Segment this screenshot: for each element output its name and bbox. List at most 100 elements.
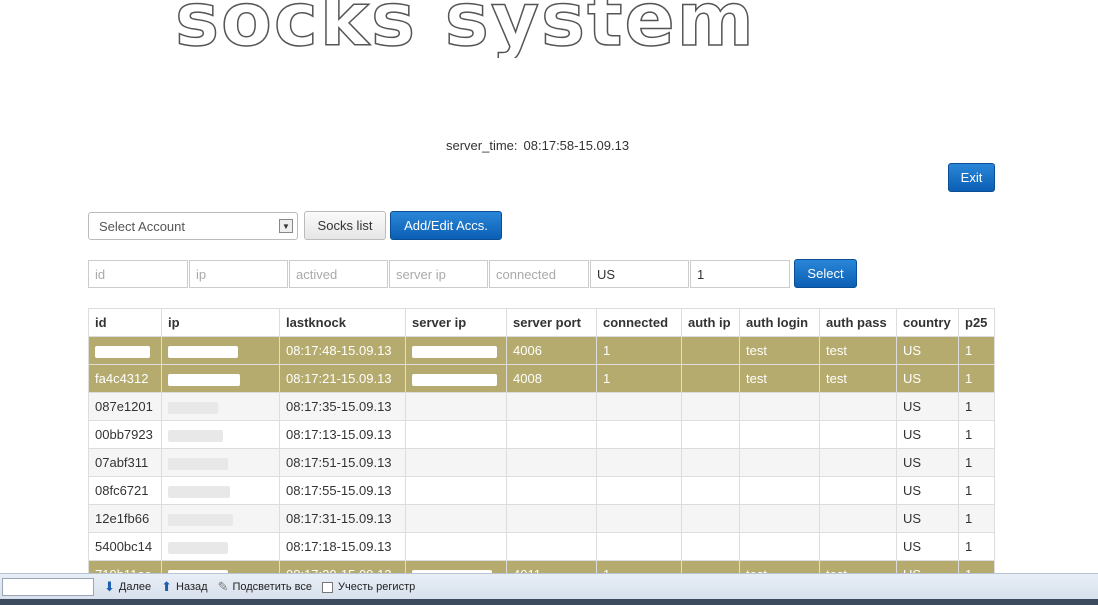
find-next-label: Далее [118, 581, 152, 593]
country-filter-input[interactable] [590, 260, 689, 288]
chevron-down-icon[interactable]: ▼ [279, 219, 293, 233]
find-prev-button[interactable]: ⬆ Назад [161, 579, 207, 595]
table-row[interactable]: 00bb7923 08:17:13-15.09.13 US 1 [88, 420, 995, 449]
cell-lastknock: 08:17:35-15.09.13 [279, 392, 406, 421]
redacted-value [168, 429, 223, 442]
server-time-value: 08:17:58-15.09.13 [523, 138, 630, 153]
exit-button[interactable]: Exit [948, 163, 995, 192]
highlight-all-button[interactable]: ✎ Подсветить все [218, 579, 312, 595]
find-next-button[interactable]: ⬇ Далее [104, 579, 151, 595]
cell-p25: 1 [958, 420, 995, 449]
column-header: auth ip [681, 308, 740, 337]
column-header: id [88, 308, 162, 337]
cell-auth-ip [681, 504, 740, 533]
cell-id: 5400bc14 [88, 532, 162, 561]
column-header: ip [161, 308, 280, 337]
p25-filter-input[interactable] [690, 260, 790, 288]
server-ip-filter-input[interactable] [389, 260, 488, 288]
cell-server-ip [405, 504, 507, 533]
select-button[interactable]: Select [794, 259, 857, 288]
cell-ip [161, 448, 280, 477]
table-row[interactable]: 12e1fb66 08:17:31-15.09.13 US 1 [88, 504, 995, 533]
id-filter-input[interactable] [88, 260, 188, 288]
cell-id: 08fc6721 [88, 476, 162, 505]
cell-auth-pass: test [819, 336, 897, 365]
cell-server-port [506, 504, 597, 533]
cell-server-ip [405, 336, 507, 365]
table-row[interactable]: 08:17:48-15.09.13 4006 1 test test US 1 [88, 336, 995, 365]
cell-connected: 1 [596, 336, 682, 365]
column-header: server port [506, 308, 597, 337]
cell-p25: 1 [958, 532, 995, 561]
column-header: p25 [958, 308, 995, 337]
find-input[interactable] [2, 578, 94, 596]
cell-server-ip [405, 532, 507, 561]
cell-country: US [896, 420, 959, 449]
cell-server-ip [405, 392, 507, 421]
cell-server-port [506, 532, 597, 561]
cell-server-port: 4006 [506, 336, 597, 365]
cell-auth-ip [681, 392, 740, 421]
redacted-value [168, 345, 238, 358]
column-header: server ip [405, 308, 507, 337]
cell-auth-login: test [739, 336, 820, 365]
actived-filter-input[interactable] [289, 260, 388, 288]
cell-id: 087e1201 [88, 392, 162, 421]
table-row[interactable]: 5400bc14 08:17:18-15.09.13 US 1 [88, 532, 995, 561]
cell-server-port [506, 476, 597, 505]
redacted-value [168, 513, 233, 526]
cell-lastknock: 08:17:51-15.09.13 [279, 448, 406, 477]
arrow-up-icon: ⬆ [161, 579, 173, 594]
redacted-value [95, 345, 150, 358]
socks-list-button[interactable]: Socks list [304, 211, 386, 240]
cell-p25: 1 [958, 392, 995, 421]
cell-connected [596, 448, 682, 477]
cell-auth-login [739, 448, 820, 477]
cell-auth-ip [681, 532, 740, 561]
cell-server-port [506, 420, 597, 449]
cell-id [88, 336, 162, 365]
cell-connected [596, 532, 682, 561]
arrow-down-icon: ⬇ [104, 579, 115, 594]
highlighter-icon: ✎ [217, 579, 229, 594]
table-row[interactable]: 087e1201 08:17:35-15.09.13 US 1 [88, 392, 995, 421]
table-row[interactable]: 07abf311 08:17:51-15.09.13 US 1 [88, 448, 995, 477]
cell-auth-ip [681, 448, 740, 477]
add-edit-accounts-button[interactable]: Add/Edit Accs. [390, 211, 502, 240]
redacted-value [168, 541, 228, 554]
cell-id: 07abf311 [88, 448, 162, 477]
cell-country: US [896, 392, 959, 421]
cell-country: US [896, 364, 959, 393]
redacted-value [168, 485, 230, 498]
cell-auth-login [739, 532, 820, 561]
match-case-checkbox[interactable]: Учесть регистр [322, 581, 415, 593]
cell-ip [161, 336, 280, 365]
ip-filter-input[interactable] [189, 260, 288, 288]
redacted-value [412, 373, 497, 386]
checkbox-box[interactable] [322, 581, 334, 593]
select-account-dropdown[interactable]: Select Account ▼ [88, 212, 298, 240]
redacted-value [412, 345, 497, 358]
cell-auth-pass [819, 448, 897, 477]
cell-ip [161, 476, 280, 505]
table-row[interactable]: 08fc6721 08:17:55-15.09.13 US 1 [88, 476, 995, 505]
column-header: connected [596, 308, 682, 337]
cell-connected [596, 392, 682, 421]
cell-p25: 1 [958, 336, 995, 365]
taskbar [0, 599, 1098, 605]
cell-auth-login [739, 476, 820, 505]
cell-id: fa4c4312 [88, 364, 162, 393]
logo-text: socks system [175, 0, 756, 58]
table-row[interactable]: fa4c4312 08:17:21-15.09.13 4008 1 test test US… [88, 364, 995, 393]
cell-ip [161, 364, 280, 393]
socks-table: id ip lastknock server ip server port co… [88, 308, 995, 589]
cell-ip [161, 392, 280, 421]
cell-auth-login [739, 420, 820, 449]
connected-filter-input[interactable] [489, 260, 589, 288]
server-time-label: server_time: [446, 138, 518, 153]
cell-connected [596, 476, 682, 505]
cell-connected: 1 [596, 364, 682, 393]
highlight-all-label: Подсветить все [232, 581, 313, 593]
cell-connected [596, 420, 682, 449]
cell-auth-ip [681, 364, 740, 393]
